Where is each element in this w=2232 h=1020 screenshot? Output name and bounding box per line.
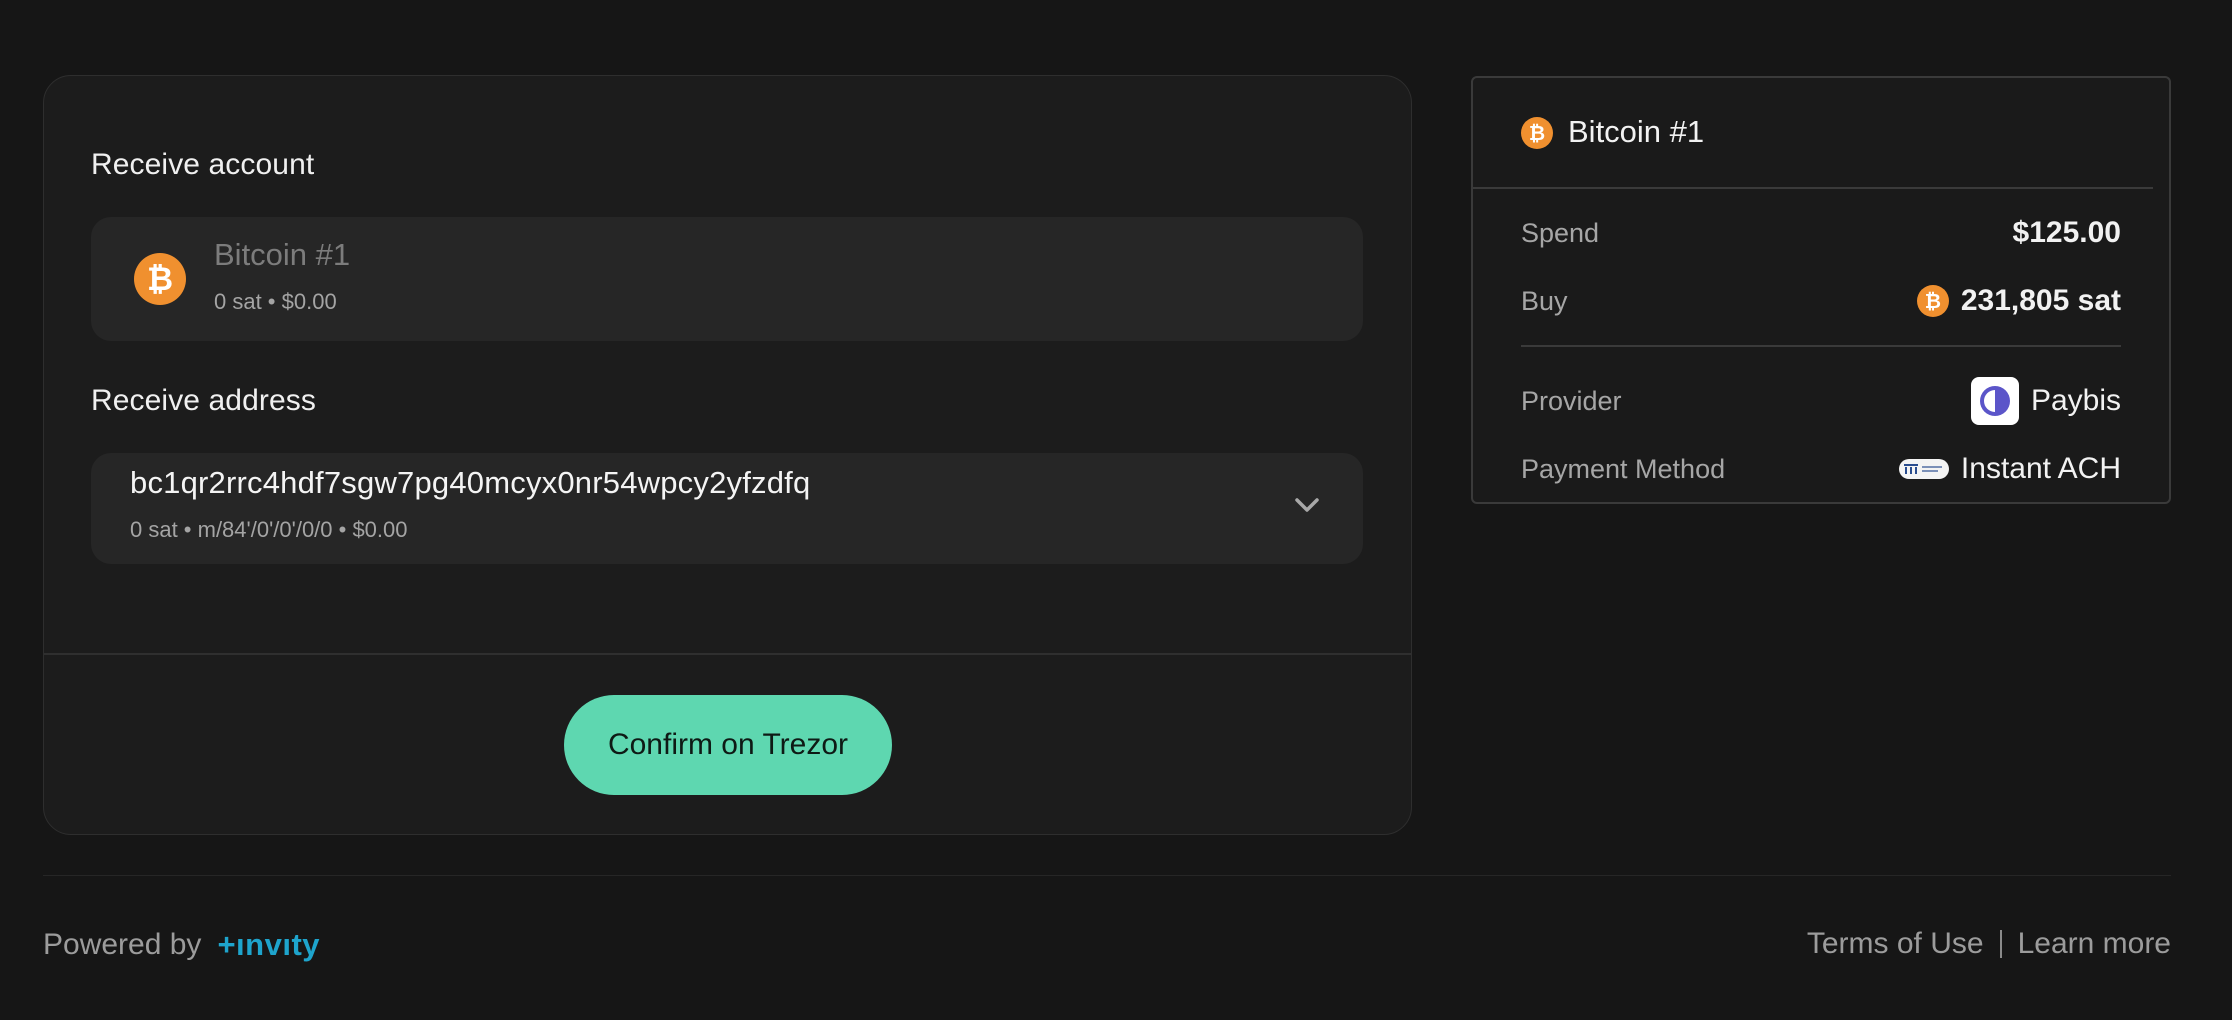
chevron-down-icon[interactable] — [1293, 495, 1321, 515]
summary-title: Bitcoin #1 — [1568, 114, 1705, 149]
buy-value: 231,805 sat — [1960, 284, 2121, 317]
summary-row-provider: Provider Paybis — [1521, 377, 2121, 425]
summary-inner-divider — [1521, 345, 2121, 347]
provider-label: Provider — [1521, 385, 1622, 416]
summary-row-buy: Buy ₿ 231,805 sat — [1521, 279, 2121, 323]
bitcoin-icon: ₿ — [1916, 285, 1949, 317]
learn-more-link[interactable]: Learn more — [2018, 927, 2171, 961]
buy-label: Buy — [1521, 285, 1568, 316]
footer-divider — [43, 875, 2171, 876]
payment-method-value: Instant ACH — [1960, 452, 2121, 485]
summary-header: ₿ Bitcoin #1 — [1473, 78, 2169, 188]
summary-divider — [1473, 187, 2153, 189]
bitcoin-icon: ₿ — [134, 253, 186, 305]
receive-card: Receive account ₿ Bitcoin #1 0 sat • $0.… — [43, 75, 1412, 835]
account-balance: 0 sat • $0.00 — [214, 289, 337, 314]
paybis-logo-icon — [1970, 377, 2019, 425]
invity-logo[interactable]: +ınvıty — [217, 927, 320, 963]
link-separator — [1999, 930, 2002, 958]
terms-of-use-link[interactable]: Terms of Use — [1807, 927, 1984, 961]
address-value: bc1qr2rrc4hdf7sgw7pg40mcyx0nr54wpcy2yfzd… — [130, 465, 811, 500]
spend-value: $125.00 — [2012, 216, 2121, 249]
powered-by-label: Powered by — [43, 928, 202, 961]
confirm-on-trezor-button[interactable]: Confirm on Trezor — [564, 695, 892, 795]
buy-value-group: ₿ 231,805 sat — [1916, 284, 2121, 318]
footer-links: Terms of Use Learn more — [1807, 927, 2171, 961]
receive-address-select[interactable]: bc1qr2rrc4hdf7sgw7pg40mcyx0nr54wpcy2yfzd… — [91, 453, 1363, 564]
receive-account-title: Receive account — [91, 148, 315, 181]
receive-address-title: Receive address — [91, 384, 316, 417]
trade-summary-card: ₿ Bitcoin #1 Spend $125.00 Buy ₿ 231,805… — [1471, 76, 2171, 504]
summary-row-payment-method: Payment Method Instant ACH — [1521, 447, 2121, 491]
account-name: Bitcoin #1 — [214, 237, 351, 272]
payment-method-value-group: Instant ACH — [1898, 452, 2121, 486]
bitcoin-icon: ₿ — [1521, 117, 1553, 149]
bank-transfer-icon — [1898, 459, 1949, 479]
card-divider — [44, 653, 1411, 655]
summary-row-spend: Spend $125.00 — [1521, 211, 2121, 255]
provider-value-group: Paybis — [1970, 377, 2121, 425]
powered-by: Powered by +ınvıty — [43, 927, 320, 963]
provider-value: Paybis — [2030, 384, 2121, 417]
payment-method-label: Payment Method — [1521, 453, 1726, 484]
spend-label: Spend — [1521, 217, 1600, 248]
receive-account-field[interactable]: ₿ Bitcoin #1 0 sat • $0.00 — [91, 217, 1363, 341]
address-meta: 0 sat • m/84'/0'/0'/0/0 • $0.00 — [130, 517, 408, 542]
